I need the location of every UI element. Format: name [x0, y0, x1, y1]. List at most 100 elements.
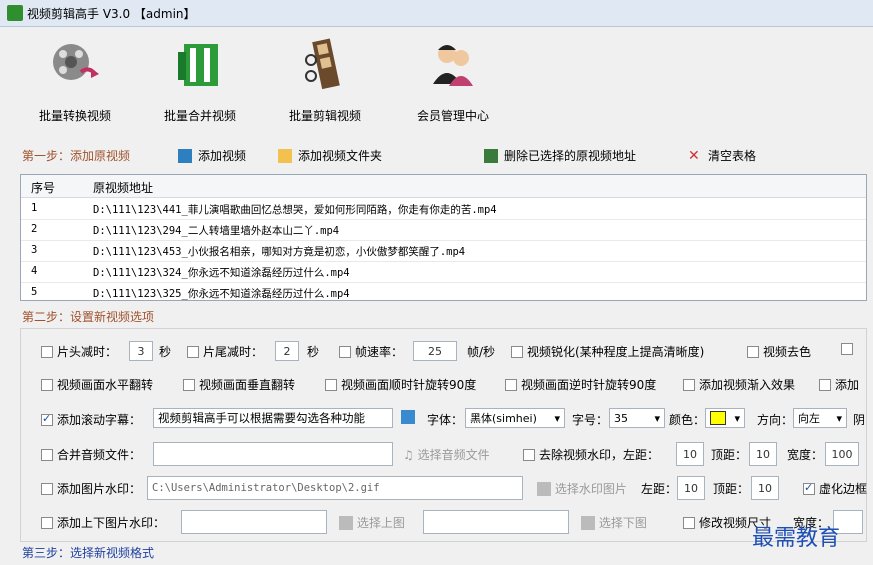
color-label: 颜色：: [669, 413, 706, 427]
rm-width-input[interactable]: 100: [825, 442, 859, 466]
window-title: 视频剪辑高手 V3.0 【admin】: [27, 7, 196, 21]
image-watermark-label: 添加图片水印：: [57, 482, 142, 496]
checkbox[interactable]: [747, 345, 759, 358]
merge-film-icon: [178, 44, 218, 86]
video-table[interactable]: 序号 原视频地址 1 D:\111\123\441_菲儿演唱歌曲回忆总想哭，爱如何…: [20, 174, 867, 301]
step1-title: 第一步：添加原视频: [22, 149, 131, 163]
choose-top-image-button[interactable]: 选择上图: [339, 514, 405, 531]
sec-label: 秒: [159, 345, 172, 359]
choose-top-image-label: 选择上图: [356, 516, 405, 530]
rm-top-input[interactable]: 10: [749, 442, 777, 466]
watermark-path-input[interactable]: C:\Users\Administrator\Desktop\2.gif: [147, 476, 523, 500]
sec-label: 秒: [307, 345, 320, 359]
row-no: 4: [31, 265, 38, 277]
head-cut-checkbox[interactable]: 片头减时：: [41, 343, 117, 360]
direction-select-value: 向左: [798, 412, 820, 425]
remove-watermark-checkbox[interactable]: 去除视频水印，左距：: [523, 446, 659, 463]
size-label: 字号：: [572, 413, 609, 427]
blur-border-checkbox[interactable]: 虚化边框: [803, 480, 867, 497]
add-more-checkbox[interactable]: 添加: [819, 376, 859, 393]
column-header-path: 原视频地址: [93, 181, 154, 195]
size-select[interactable]: 35 ▾: [609, 408, 665, 428]
checkbox[interactable]: [325, 378, 337, 391]
app-icon: [7, 5, 23, 21]
rotate-cw-checkbox[interactable]: 视频画面顺时针旋转90度: [325, 376, 476, 393]
choose-watermark-button[interactable]: 选择水印图片: [537, 480, 627, 497]
scroll-subtitle-checkbox[interactable]: 添加滚动字幕：: [41, 411, 141, 428]
batch-merge-button[interactable]: 批量合并视频: [145, 36, 255, 124]
rm-left-input[interactable]: 10: [676, 442, 704, 466]
table-row[interactable]: 1 D:\111\123\441_菲儿演唱歌曲回忆总想哭，爱如何形同陌路，你走有你…: [21, 198, 866, 220]
flip-v-checkbox[interactable]: 视频画面垂直翻转: [183, 376, 295, 393]
tail-cut-input[interactable]: 2: [275, 341, 299, 361]
checkbox[interactable]: [41, 482, 53, 495]
font-select[interactable]: 黑体(simhei) ▾: [465, 408, 565, 428]
checkbox[interactable]: [505, 378, 517, 391]
color-picker[interactable]: ▾: [705, 408, 745, 428]
table-header: 序号 原视频地址: [21, 175, 866, 198]
sharpen-checkbox[interactable]: 视频锐化(某种程度上提高清晰度): [511, 343, 704, 360]
clear-table-label: 清空表格: [708, 149, 757, 163]
font-icon[interactable]: [401, 410, 415, 424]
choose-bottom-image-button[interactable]: 选择下图: [581, 514, 647, 531]
checkbox[interactable]: [511, 345, 523, 358]
wm-left-input[interactable]: 10: [677, 476, 705, 500]
checkbox[interactable]: [819, 378, 831, 391]
table-row[interactable]: 4 D:\111\123\324_你永远不知道涂磊经历过什么.mp4: [21, 261, 866, 283]
direction-select[interactable]: 向左 ▾: [793, 408, 847, 428]
tail-cut-checkbox[interactable]: 片尾减时：: [187, 343, 263, 360]
decolor-checkbox[interactable]: 视频去色: [747, 343, 811, 360]
chevron-down-icon: ▾: [554, 411, 560, 425]
checkbox[interactable]: [41, 516, 53, 529]
checkbox[interactable]: [41, 345, 53, 358]
music-icon: ♫: [403, 447, 414, 462]
choose-audio-button[interactable]: ♫ 选择音频文件: [403, 446, 490, 463]
add-folder-button[interactable]: 添加视频文件夹: [278, 147, 382, 164]
checkbox[interactable]: [803, 481, 815, 495]
clear-table-button[interactable]: ✕ 清空表格: [688, 147, 756, 164]
fps-input[interactable]: 25: [413, 341, 457, 361]
table-row[interactable]: 5 D:\111\123\325_你永远不知道涂磊经历过什么.mp4: [21, 282, 866, 303]
table-row[interactable]: 2 D:\111\123\294_二人转墙里墙外赵本山二丫.mp4: [21, 219, 866, 241]
checkbox[interactable]: [841, 343, 853, 355]
checkbox[interactable]: [523, 448, 535, 461]
top-image-input[interactable]: [181, 510, 327, 534]
top-label-2: 顶距：: [713, 482, 750, 496]
checkbox[interactable]: [183, 378, 195, 391]
audio-file-input[interactable]: [153, 442, 393, 466]
image-icon: [537, 481, 551, 496]
bottom-image-input[interactable]: [423, 510, 569, 534]
width-label: 宽度：: [787, 448, 824, 462]
checkbox[interactable]: [41, 378, 53, 391]
flip-v-label: 视频画面垂直翻转: [199, 378, 296, 392]
flip-h-label: 视频画面水平翻转: [57, 378, 154, 392]
checkbox[interactable]: [187, 345, 199, 358]
users-icon: [433, 45, 473, 86]
table-row[interactable]: 3 D:\111\123\453_小伙报名相亲，哪知对方竟是初恋，小伙傲梦都笑醒了…: [21, 240, 866, 262]
toolbar-label: 会员管理中心: [416, 109, 489, 123]
extra-checkbox[interactable]: [841, 343, 857, 355]
fps-checkbox[interactable]: 帧速率：: [339, 343, 403, 360]
head-cut-input[interactable]: 3: [129, 341, 153, 361]
fade-in-checkbox[interactable]: 添加视频渐入效果: [683, 376, 795, 393]
checkbox[interactable]: [41, 412, 53, 426]
checkbox[interactable]: [683, 378, 695, 391]
batch-convert-button[interactable]: 批量转换视频: [20, 36, 130, 124]
shadow-label: 阴: [853, 413, 866, 427]
flip-h-checkbox[interactable]: 视频画面水平翻转: [41, 376, 153, 393]
wm-top-input[interactable]: 10: [751, 476, 779, 500]
member-center-button[interactable]: 会员管理中心: [398, 36, 508, 124]
image-watermark-checkbox[interactable]: 添加图片水印：: [41, 480, 141, 497]
step3-title: 第三步：选择新视频格式: [22, 546, 155, 560]
checkbox[interactable]: [683, 516, 695, 529]
scroll-subtitle-input[interactable]: 视频剪辑高手可以根据需要勾选各种功能: [153, 408, 393, 428]
remove-watermark-label: 去除视频水印，左距：: [539, 448, 660, 462]
merge-audio-checkbox[interactable]: 合并音频文件：: [41, 446, 141, 463]
checkbox[interactable]: [41, 448, 53, 461]
delete-selected-button[interactable]: 删除已选择的原视频地址: [484, 147, 636, 164]
top-bottom-watermark-checkbox[interactable]: 添加上下图片水印：: [41, 514, 165, 531]
add-video-button[interactable]: 添加视频: [178, 147, 246, 164]
checkbox[interactable]: [339, 345, 351, 358]
batch-edit-button[interactable]: 批量剪辑视频: [270, 36, 380, 124]
rotate-ccw-checkbox[interactable]: 视频画面逆时针旋转90度: [505, 376, 656, 393]
